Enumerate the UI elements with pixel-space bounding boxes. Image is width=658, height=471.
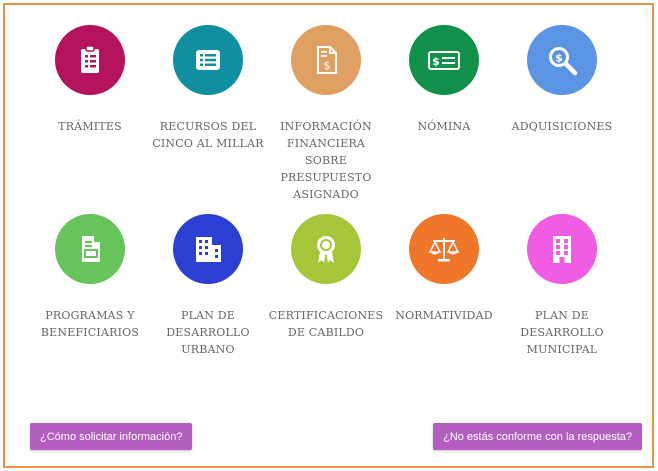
- tile-label: PLAN DE DESARROLLO MUNICIPAL: [520, 309, 604, 356]
- budget-document-icon: $: [317, 46, 337, 74]
- tile-informacion-financiera[interactable]: $ INFORMACIÓN FINANCIERA SOBRE PRESUPUES…: [266, 25, 386, 203]
- svg-text:$: $: [555, 52, 563, 65]
- nomina-circle[interactable]: $: [409, 25, 479, 95]
- tile-label: PLAN DE DESARROLLO URBANO: [166, 309, 250, 356]
- tile-nomina[interactable]: $ NÓMINA: [384, 25, 504, 135]
- programas-circle[interactable]: [55, 214, 125, 284]
- money-search-icon: $: [549, 47, 578, 76]
- tile-plan-urbano[interactable]: PLAN DE DESARROLLO URBANO: [148, 214, 268, 358]
- certificaciones-circle[interactable]: [291, 214, 361, 284]
- scales-icon: [428, 238, 460, 262]
- buildings-icon: [196, 237, 221, 262]
- tile-adquisiciones[interactable]: $ ADQUISICIONES: [502, 25, 622, 135]
- tile-label: CERTIFICACIONES DE CABILDO: [268, 309, 384, 339]
- svg-text:$: $: [432, 55, 440, 68]
- svg-text:$: $: [324, 59, 331, 72]
- tile-label: NÓMINA: [417, 120, 471, 133]
- informacion-financiera-circle[interactable]: $: [291, 25, 361, 95]
- tile-label: RECURSOS DEL CINCO AL MILLAR: [152, 120, 264, 150]
- tile-normatividad[interactable]: NORMATIVIDAD: [384, 214, 504, 324]
- tile-tramites[interactable]: TRÁMITES: [30, 25, 150, 135]
- not-satisfied-button[interactable]: ¿No estás conforme con la respuesta?: [433, 423, 642, 450]
- clipboard-icon: [81, 45, 99, 73]
- tile-label: ADQUISICIONES: [511, 120, 613, 133]
- tile-label: TRÁMITES: [58, 120, 122, 133]
- adquisiciones-circle[interactable]: $: [527, 25, 597, 95]
- tramites-circle[interactable]: [55, 25, 125, 95]
- award-ribbon-icon: [317, 236, 335, 263]
- tile-label: PROGRAMAS Y BENEFICIARIOS: [40, 309, 140, 339]
- normatividad-circle[interactable]: [409, 214, 479, 284]
- payroll-bill-icon: $: [428, 51, 460, 70]
- document-icon: [82, 236, 100, 262]
- list-icon: [196, 50, 220, 70]
- office-building-icon: [553, 236, 571, 263]
- tile-label: NORMATIVIDAD: [395, 309, 493, 322]
- how-to-request-button[interactable]: ¿Cómo solicitar información?: [30, 423, 193, 450]
- tile-label: INFORMACIÓN FINANCIERA SOBRE PRESUPUESTO…: [280, 120, 372, 201]
- tile-recursos[interactable]: RECURSOS DEL CINCO AL MILLAR: [148, 25, 268, 152]
- tile-programas[interactable]: PROGRAMAS Y BENEFICIARIOS: [30, 214, 150, 341]
- tile-certificaciones[interactable]: CERTIFICACIONES DE CABILDO: [266, 214, 386, 341]
- tile-plan-municipal[interactable]: PLAN DE DESARROLLO MUNICIPAL: [502, 214, 622, 358]
- plan-municipal-circle[interactable]: [527, 214, 597, 284]
- recursos-circle[interactable]: [173, 25, 243, 95]
- plan-urbano-circle[interactable]: [173, 214, 243, 284]
